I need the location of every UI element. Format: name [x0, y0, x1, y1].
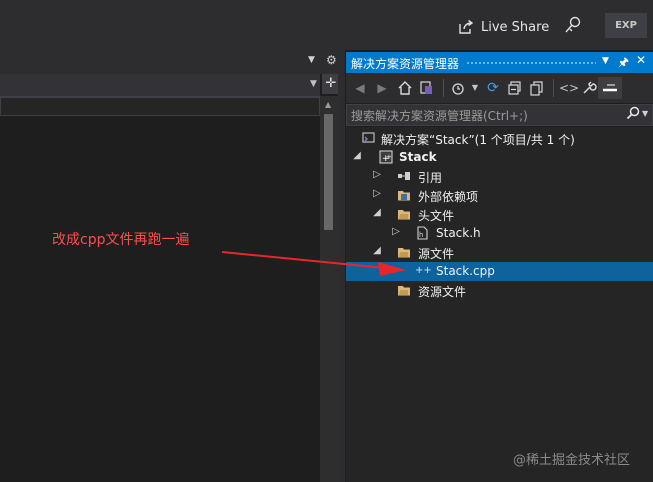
- tree-item-label: Stack.h: [436, 226, 481, 240]
- live-share-icon: [459, 19, 474, 34]
- search-placeholder: 搜索解决方案资源管理器(Ctrl+;): [351, 109, 528, 123]
- expanded-arrow-icon[interactable]: ◢: [372, 245, 382, 256]
- references-icon: [397, 169, 411, 183]
- tree-item-label: 外部依赖项: [418, 190, 479, 204]
- annotation-text: 改成cpp文件再跑一遍: [52, 232, 190, 248]
- tree-item-resource-files-folder[interactable]: 资源文件: [346, 281, 653, 300]
- home-icon[interactable]: [397, 80, 413, 96]
- tree-item-stack-cpp[interactable]: ++ Stack.cpp: [346, 262, 653, 281]
- tree-item-label: Stack: [399, 150, 437, 164]
- toolbar-separator: [553, 79, 554, 97]
- folder-icon: [397, 245, 411, 259]
- scrollbar-thumb[interactable]: [324, 114, 333, 230]
- collapsed-arrow-icon[interactable]: ▷: [391, 226, 401, 237]
- tree-item-label: 资源文件: [418, 285, 467, 299]
- properties-wrench-icon[interactable]: [581, 80, 597, 96]
- live-share-label: Live Share: [481, 19, 550, 35]
- tree-item-references[interactable]: ▷ 引用: [346, 167, 653, 186]
- live-share-button[interactable]: Live Share: [458, 16, 549, 38]
- editor-navigation-bar[interactable]: [0, 74, 320, 97]
- switch-views-icon[interactable]: [419, 80, 435, 96]
- folder-icon: [397, 207, 411, 221]
- window-position-dropdown-icon[interactable]: ▼: [602, 56, 609, 66]
- tree-item-project[interactable]: ◢ + + Stack: [346, 148, 653, 167]
- title-bar: [0, 0, 653, 50]
- show-all-files-icon[interactable]: [529, 80, 545, 96]
- chevron-down-icon[interactable]: ▼: [467, 80, 483, 96]
- tree-item-solution[interactable]: 解决方案“Stack”(1 个项目/共 1 个): [346, 129, 653, 148]
- search-icon[interactable]: [626, 106, 640, 124]
- toolbar-separator: [443, 79, 444, 97]
- tree-item-external-dependencies[interactable]: ▷ 外部依赖项: [346, 186, 653, 205]
- svg-text:h: h: [419, 231, 423, 239]
- cpp-file-icon: ++: [415, 265, 432, 276]
- feedback-icon[interactable]: [563, 15, 583, 35]
- expanded-arrow-icon[interactable]: ◢: [352, 150, 362, 161]
- solution-explorer-title: 解决方案资源管理器: [351, 57, 460, 71]
- svg-text:+: +: [386, 153, 392, 161]
- tree-item-source-files-folder[interactable]: ◢ 源文件: [346, 243, 653, 262]
- collapse-all-icon[interactable]: [507, 80, 523, 96]
- tree-item-label: Stack.cpp: [436, 264, 495, 278]
- collapsed-arrow-icon[interactable]: ▷: [372, 188, 382, 199]
- watermark: @稀土掘金技术社区: [513, 453, 631, 468]
- preview-icon[interactable]: [602, 80, 618, 96]
- collapsed-arrow-icon[interactable]: ▷: [372, 169, 382, 180]
- solution-icon: [362, 131, 376, 145]
- title-grip[interactable]: [466, 61, 596, 65]
- panel-splitter[interactable]: [338, 50, 345, 482]
- search-options-dropdown-icon[interactable]: ▼: [642, 109, 648, 118]
- tree-item-label: 源文件: [418, 247, 455, 261]
- editor-tab-strip: [0, 50, 345, 74]
- tree-item-label: 头文件: [418, 209, 455, 223]
- gear-icon[interactable]: ⚙: [326, 53, 337, 67]
- pending-changes-filter-icon[interactable]: [450, 80, 466, 96]
- back-icon[interactable]: ◀: [352, 80, 368, 96]
- scroll-up-icon[interactable]: ▲: [325, 100, 331, 109]
- close-icon[interactable]: ✕: [636, 53, 646, 67]
- expanded-arrow-icon[interactable]: ◢: [372, 207, 382, 218]
- header-file-icon: h: [415, 226, 429, 240]
- external-deps-icon: [397, 188, 411, 202]
- tree-item-stack-h[interactable]: ▷ h Stack.h: [346, 224, 653, 243]
- editor-navigation-combo[interactable]: [0, 97, 320, 116]
- pin-icon[interactable]: 🖈: [618, 53, 629, 74]
- project-icon: + +: [379, 150, 393, 164]
- chevron-down-icon[interactable]: ▼: [310, 79, 317, 89]
- tab-overflow-dropdown-icon[interactable]: ▼: [308, 55, 315, 65]
- tree-item-header-files-folder[interactable]: ◢ 头文件: [346, 205, 653, 224]
- folder-icon: [397, 283, 411, 297]
- tree-item-label: 引用: [418, 171, 443, 185]
- exp-badge[interactable]: EXP: [605, 13, 647, 38]
- tree-item-label: 解决方案“Stack”(1 个项目/共 1 个): [381, 133, 575, 147]
- sync-icon[interactable]: ⟳: [485, 80, 501, 96]
- forward-icon[interactable]: ▶: [374, 80, 390, 96]
- view-code-icon[interactable]: <>: [559, 80, 579, 96]
